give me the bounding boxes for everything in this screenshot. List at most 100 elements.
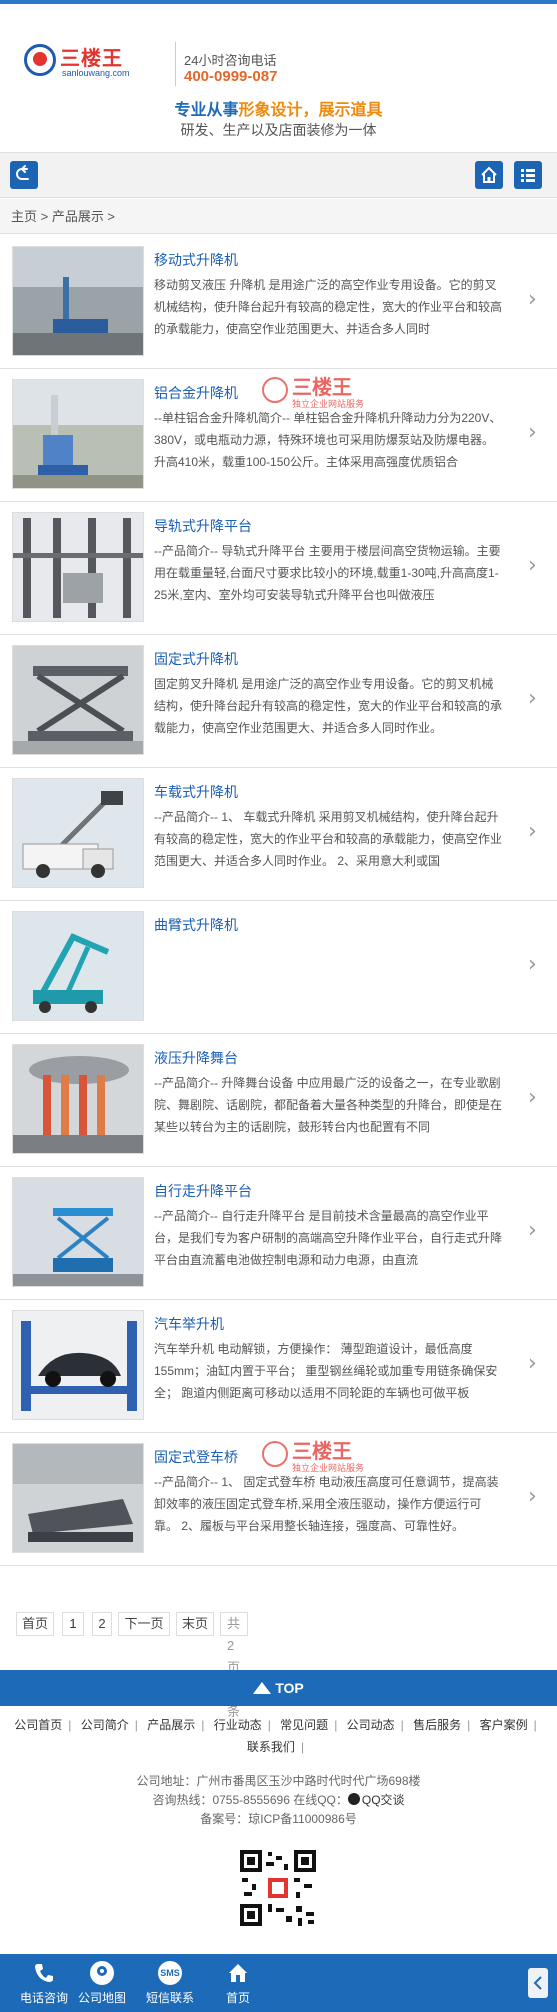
footer-link[interactable]: 常见问题 [280,1718,328,1732]
product-title[interactable]: 车载式升降机 [154,782,238,802]
divider: | [334,1718,338,1732]
watermark-circle-icon [262,1441,288,1467]
top-label: TOP [275,1680,304,1696]
chevron-right-icon: › [528,1218,537,1243]
product-title[interactable]: 曲臂式升降机 [154,915,238,935]
page-info: 共 2页13条 [220,1612,249,1719]
divider: | [467,1718,471,1732]
product-title[interactable]: 导轨式升降平台 [154,516,252,536]
product-title[interactable]: 固定式登车桥 [154,1447,238,1467]
chevron-right-icon: › [528,1351,537,1376]
product-thumbnail[interactable] [12,379,144,489]
watermark-title: 三楼王 [292,1439,352,1463]
chevron-right-icon: › [528,553,537,578]
back-button[interactable] [10,161,38,189]
page-next[interactable]: 下一页 [118,1612,170,1636]
slogan-line-1: 专业从事形象设计，展示道具 [0,96,557,120]
page-2[interactable]: 2 [92,1612,112,1636]
site-header: 三楼王 sanlouwang.com 24小时咨询电话 400-0999-087… [0,4,557,150]
product-item[interactable]: 固定式登车桥 --产品简介-- 1、 固定式登车桥 电动液压高度可任意调节，提高… [0,1433,557,1566]
page-last[interactable]: 末页 [176,1612,214,1636]
product-title[interactable]: 汽车举升机 [154,1314,224,1334]
back-to-top-button[interactable]: TOP [0,1670,557,1706]
chevron-right-icon: › [528,1484,537,1509]
product-thumbnail[interactable] [12,778,144,888]
footer-link[interactable]: 公司简介 [81,1718,129,1732]
logo-title: 三楼王 [60,46,123,70]
product-desc: --单柱铝合金升降机简介-- 单柱铝合金升降机升降动力分为220V、 380V，… [154,411,502,469]
product-item[interactable]: 导轨式升降平台 --产品简介-- 导轨式升降平台 主要用于楼层间高空货物运输。主… [0,502,557,635]
hotline-number[interactable]: 400-0999-087 [184,68,277,85]
product-item[interactable]: 移动式升降机 移动剪叉液压 升降机 是用途广泛的高空作业专用设备。它的剪叉机械结… [0,236,557,369]
footer-link[interactable]: 公司动态 [347,1718,395,1732]
page-1[interactable]: 1 [62,1612,84,1636]
qq-chat-link[interactable]: QQ交谈 [362,1793,405,1807]
chevron-right-icon: › [528,819,537,844]
home-button[interactable] [475,161,503,189]
chevron-right-icon: › [528,952,537,977]
qr-code [238,1848,318,1928]
product-thumbnail[interactable] [12,1310,144,1420]
tab-sms[interactable]: SMS 短信联系 [134,1954,206,2012]
bottom-tab-bar: 电话咨询 公司地图 SMS 短信联系 首页 [0,1954,557,2012]
watermark-sub: 独立企业网站服务 [292,399,365,409]
footer-link[interactable]: 行业动态 [214,1718,262,1732]
product-thumbnail[interactable] [12,911,144,1021]
tab-map[interactable]: 公司地图 [66,1954,138,2012]
product-desc: --产品简介-- 1、 固定式登车桥 电动液压高度可任意调节，提高装卸效率的液压… [154,1475,499,1533]
product-desc: --产品简介-- 升降舞台设备 中应用最广泛的设备之一，在专业歌剧院、舞剧院、话… [154,1076,503,1134]
product-desc: 汽车举升机 电动解锁，方便操作： 薄型跑道设计，最低高度155mm；油缸内置于平… [154,1342,498,1400]
divider: | [134,1718,138,1732]
footer-link[interactable]: 产品展示 [147,1718,195,1732]
product-item[interactable]: 铝合金升降机 --单柱铝合金升降机简介-- 单柱铝合金升降机升降动力分为220V… [0,369,557,502]
chevron-right-icon: › [528,287,537,312]
product-thumbnail[interactable] [12,512,144,622]
product-title[interactable]: 固定式升降机 [154,649,238,669]
slogan-prefix: 专业从事 [174,102,239,119]
list-menu-icon [521,169,535,182]
nav-bar [0,152,557,198]
collapse-tab-button[interactable] [528,1968,548,1998]
product-item[interactable]: 液压升降舞台 --产品简介-- 升降舞台设备 中应用最广泛的设备之一，在专业歌剧… [0,1034,557,1167]
footer-link[interactable]: 公司首页 [14,1718,62,1732]
product-item[interactable]: 固定式升降机 固定剪叉升降机 是用途广泛的高空作业专用设备。它的剪叉机械结构，使… [0,635,557,768]
company-address: 公司地址：广州市番禺区玉沙中路时代时代广场698楼 [136,1774,421,1788]
tab-map-label: 公司地图 [77,1991,126,2005]
product-thumbnail[interactable] [12,645,144,755]
footer-link[interactable]: 售后服务 [413,1718,461,1732]
menu-button[interactable] [514,161,542,189]
product-desc: 固定剪叉升降机 是用途广泛的高空作业专用设备。它的剪叉机械结构，使升降台起升有较… [154,677,503,735]
product-desc: --产品简介-- 导轨式升降平台 主要用于楼层间高空货物运输。主要用在载重量轻,… [154,544,501,602]
footer-link[interactable]: 联系我们 [247,1740,295,1754]
divider: | [201,1718,205,1732]
site-logo[interactable]: 三楼王 sanlouwang.com [24,42,134,82]
hotline-text: 咨询热线：0755-8555696 在线QQ： [152,1793,348,1807]
product-desc: --产品简介-- 1、 车载式升降机 采用剪叉机械结构，使升降台起升有较高的稳定… [154,810,503,868]
product-item[interactable]: 自行走升降平台 --产品简介-- 自行走升降平台 是目前技术含量最高的高空作业平… [0,1167,557,1300]
watermark-stamp: 三楼王 独立企业网站服务 [262,1433,382,1483]
breadcrumb[interactable]: 主页 > 产品展示 > [0,199,557,234]
tab-home[interactable]: 首页 [202,1954,274,2012]
hotline-label: 24小时咨询电话 [184,53,277,68]
page-first[interactable]: 首页 [16,1612,54,1636]
icp-number: 备案号：琼ICP备11000986号 [200,1812,357,1826]
divider: | [400,1718,404,1732]
product-title[interactable]: 移动式升降机 [154,250,238,270]
watermark-stamp: 三楼王 独立企业网站服务 [262,369,382,419]
product-item[interactable]: 汽车举升机 汽车举升机 电动解锁，方便操作： 薄型跑道设计，最低高度155mm；… [0,1300,557,1433]
watermark-circle-icon [262,377,288,403]
product-thumbnail[interactable] [12,246,144,356]
product-title[interactable]: 液压升降舞台 [154,1048,238,1068]
product-title[interactable]: 自行走升降平台 [154,1181,252,1201]
header-divider [175,42,176,86]
product-thumbnail[interactable] [12,1044,144,1154]
product-item[interactable]: 车载式升降机 --产品简介-- 1、 车载式升降机 采用剪叉机械结构，使升降台起… [0,768,557,901]
home-icon [226,1961,250,1985]
product-title[interactable]: 铝合金升降机 [154,383,238,403]
footer-info: 公司地址：广州市番禺区玉沙中路时代时代广场698楼 咨询热线：0755-8555… [0,1772,557,1829]
product-thumbnail[interactable] [12,1177,144,1287]
footer-link[interactable]: 客户案例 [480,1718,528,1732]
product-thumbnail[interactable] [12,1443,144,1553]
logo-domain: sanlouwang.com [62,68,130,78]
product-item[interactable]: 曲臂式升降机 › [0,901,557,1034]
